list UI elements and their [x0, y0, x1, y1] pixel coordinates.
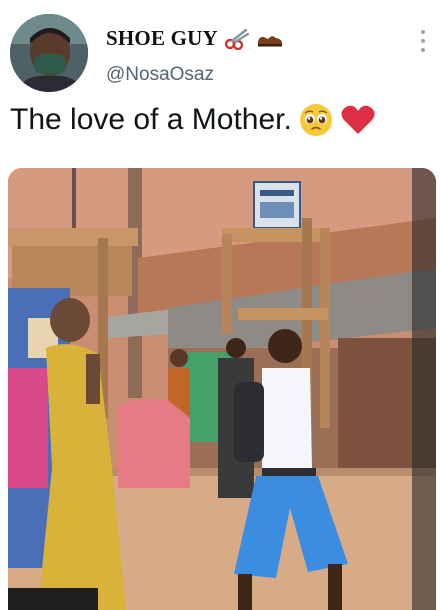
more-vertical-icon[interactable]: [418, 30, 428, 52]
photo-scene: [8, 168, 436, 610]
scissors-icon: [224, 28, 250, 50]
pleading-face-icon: [298, 102, 334, 138]
shoe-icon: [256, 30, 284, 48]
display-name[interactable]: SHOE GUY: [106, 26, 218, 51]
tweet-text-row: The love of a Mother.: [10, 102, 376, 138]
profile-photo-icon: [10, 14, 88, 92]
menu-dot: [421, 30, 425, 34]
menu-dot: [421, 39, 425, 43]
tweet-photo[interactable]: [8, 168, 436, 610]
red-car: [118, 399, 190, 488]
red-heart-icon: [340, 104, 376, 136]
tweet-text: The love of a Mother.: [10, 103, 292, 136]
tweet-card: SHOE GUY @NosaOsaz The love of a Mother.: [0, 0, 440, 610]
author-name-row: SHOE GUY: [106, 26, 284, 51]
avatar[interactable]: [10, 14, 88, 92]
user-handle[interactable]: @NosaOsaz: [106, 64, 214, 86]
menu-dot: [421, 48, 425, 52]
